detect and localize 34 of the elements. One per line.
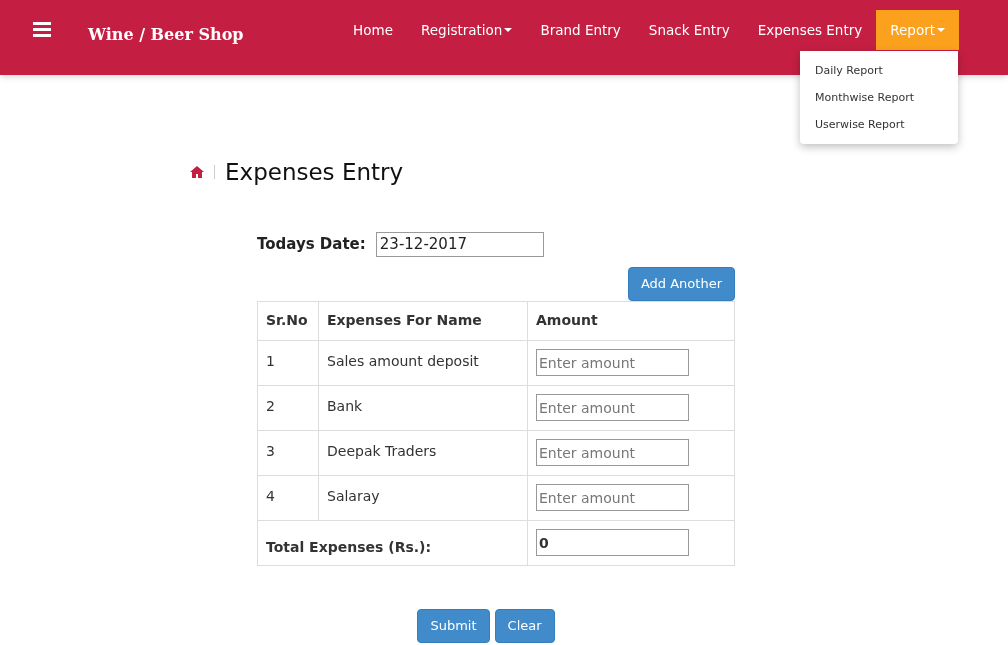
column-header: Expenses For Name — [318, 301, 528, 340]
brand-title: Wine / Beer Shop — [88, 24, 244, 46]
total-label: Total Expenses (Rs.): — [257, 520, 528, 565]
menu-icon[interactable] — [33, 22, 51, 37]
table-cell: 4 — [257, 475, 319, 520]
amount-field[interactable]: Enter amount — [536, 484, 689, 511]
nav-link[interactable]: Snack Entry — [634, 10, 744, 50]
menu-item[interactable]: Userwise Report — [800, 111, 958, 138]
date-field[interactable]: 23-12-2017 — [375, 231, 544, 257]
nav-link[interactable]: Expenses Entry — [743, 10, 877, 50]
form-button[interactable]: Submit — [417, 608, 490, 643]
nav-link[interactable]: Brand Entry — [526, 10, 635, 50]
form-button[interactable]: Clear — [494, 608, 555, 643]
menu-item[interactable]: Daily Report — [800, 57, 958, 84]
amount-field[interactable]: Enter amount — [536, 349, 689, 376]
table-cell: Deepak Traders — [318, 430, 528, 475]
date-label: Todays Date: — [257, 233, 366, 255]
home-icon[interactable] — [190, 166, 204, 179]
amount-field[interactable]: Enter amount — [536, 394, 689, 421]
nav-link[interactable]: Registration — [407, 10, 527, 50]
table-cell: 2 — [257, 385, 319, 430]
column-header: Sr.No — [257, 301, 319, 340]
page-title: Expenses Entry — [225, 158, 404, 187]
table-cell: Sales amount deposit — [318, 340, 528, 385]
table-cell: 3 — [257, 430, 319, 475]
table-cell: 1 — [257, 340, 319, 385]
column-header: Amount — [527, 301, 735, 340]
total-field[interactable]: 0 — [536, 529, 689, 556]
menu-item[interactable]: Monthwise Report — [800, 84, 958, 111]
table-cell: Bank — [318, 385, 528, 430]
table-cell: Salaray — [318, 475, 528, 520]
nav-link[interactable]: Home — [339, 10, 407, 50]
add-another-button[interactable]: Add Another — [627, 266, 735, 301]
amount-field[interactable]: Enter amount — [536, 439, 689, 466]
